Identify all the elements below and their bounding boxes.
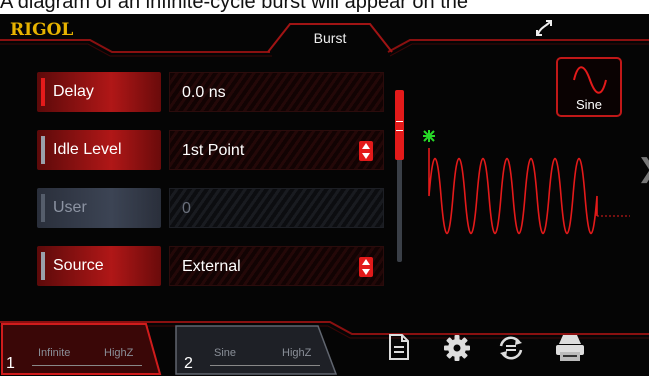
channel-1-tab[interactable]: 1 Infinite HighZ	[2, 325, 162, 373]
idle-level-select[interactable]: 1st Point	[169, 130, 384, 170]
user-value-field: 0	[169, 188, 384, 228]
delay-label-button[interactable]: Delay	[37, 72, 161, 112]
source-label-button[interactable]: Source	[37, 246, 161, 286]
dropdown-spinner-icon[interactable]	[359, 141, 373, 161]
delay-value-field[interactable]: 0.0 ns	[169, 72, 384, 112]
param-row-delay: Delay 0.0 ns	[37, 72, 387, 112]
rigol-logo: RIGOL	[10, 20, 74, 40]
channel-divider	[210, 365, 320, 366]
printer-icon[interactable]	[555, 334, 585, 362]
channel-impedance: HighZ	[282, 347, 312, 359]
page-caption: A diagram of an infinite-cycle burst wil…	[0, 0, 469, 13]
trigger-marker-icon	[423, 130, 435, 142]
sine-wave-icon	[573, 66, 607, 94]
idle-level-label-button[interactable]: Idle Level	[37, 130, 161, 170]
channel-number: 1	[6, 355, 15, 372]
dropdown-spinner-icon[interactable]	[359, 257, 373, 277]
usb-icon	[534, 18, 554, 43]
channel-number: 2	[184, 355, 193, 372]
top-bar: RIGOL Burst	[0, 14, 649, 60]
sine-burst-trace	[428, 148, 598, 234]
channel-divider	[32, 365, 142, 366]
source-select[interactable]: External	[169, 246, 384, 286]
user-label-button: User	[37, 188, 161, 228]
bottom-bar: 1 Infinite HighZ 2 Sine HighZ	[0, 314, 649, 376]
gear-icon[interactable]	[444, 335, 470, 361]
sync-icon[interactable]	[497, 334, 525, 362]
page-title: Burst	[313, 30, 347, 46]
channel-2-tab[interactable]: 2 Sine HighZ	[180, 325, 340, 373]
param-row-source: Source External	[37, 246, 387, 286]
waveform-label: Sine	[575, 97, 603, 112]
document-icon[interactable]	[388, 334, 410, 360]
idle-level-value: 1st Point	[182, 142, 245, 159]
param-row-user: User 0	[37, 188, 387, 228]
chevron-right-icon[interactable]: ❯	[637, 154, 649, 184]
scrollbar-grip-icon	[396, 121, 403, 131]
channel-impedance: HighZ	[104, 347, 134, 359]
source-value: External	[182, 258, 241, 275]
waveform-select-button[interactable]: Sine	[556, 57, 622, 117]
channel-mode: Sine	[214, 347, 237, 359]
param-row-idle-level: Idle Level 1st Point	[37, 130, 387, 170]
channel-mode: Infinite	[38, 347, 71, 359]
burst-waveform-diagram	[423, 130, 630, 234]
instrument-screen: RIGOL Burst Delay 0.0 ns Idle Level 1st …	[0, 14, 649, 376]
